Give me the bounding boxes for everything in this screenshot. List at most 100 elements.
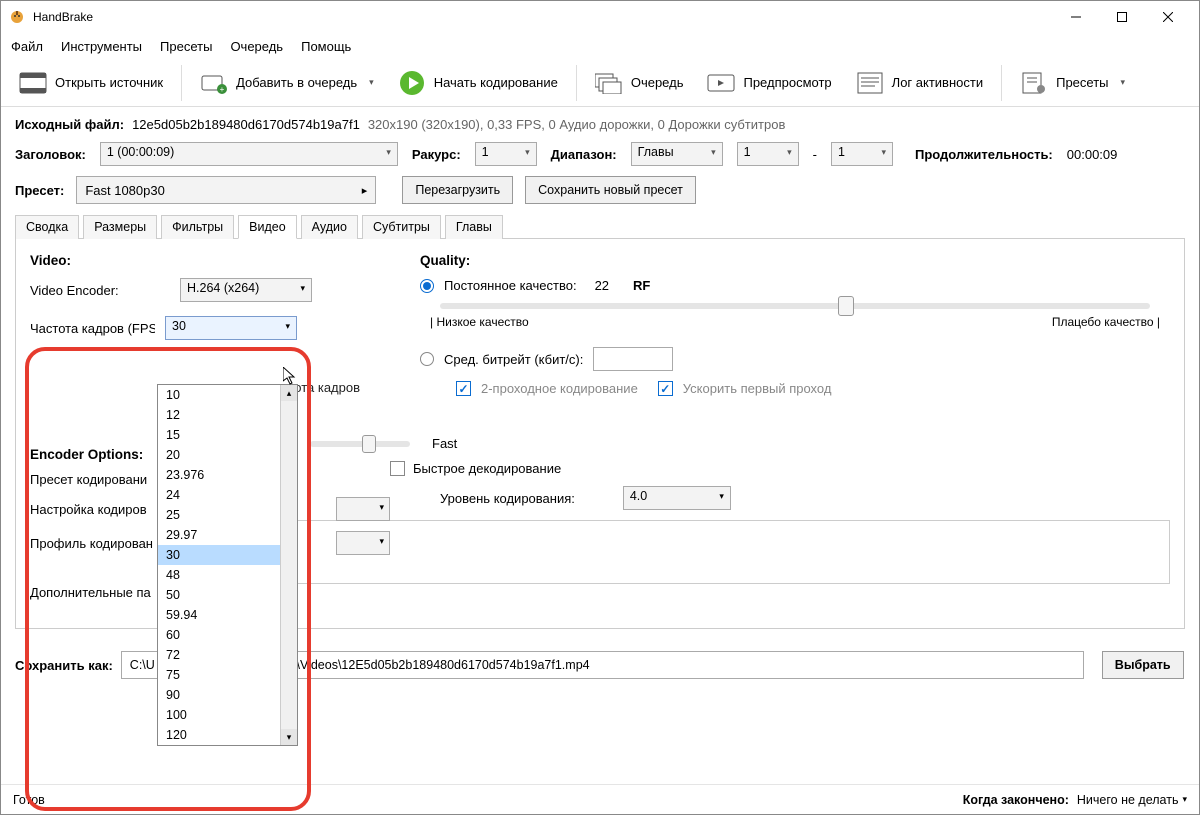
quality-slider[interactable] bbox=[440, 303, 1150, 309]
add-queue-icon: + bbox=[200, 71, 228, 95]
encoder-label: Video Encoder: bbox=[30, 283, 170, 298]
toolbar-add-queue[interactable]: + Добавить в очередь bbox=[192, 67, 382, 99]
when-done-label: Когда закончено: bbox=[963, 793, 1069, 807]
reload-preset-button[interactable]: Перезагрузить bbox=[402, 176, 513, 204]
menu-queue[interactable]: Очередь bbox=[230, 39, 283, 54]
separator bbox=[1001, 65, 1002, 101]
svg-text:+: + bbox=[220, 85, 225, 94]
app-icon bbox=[9, 9, 25, 25]
tab-video[interactable]: Видео bbox=[238, 215, 297, 239]
menu-help[interactable]: Помощь bbox=[301, 39, 351, 54]
browse-button[interactable]: Выбрать bbox=[1102, 651, 1184, 679]
menubar: Файл Инструменты Пресеты Очередь Помощь bbox=[1, 33, 1199, 59]
fps-option[interactable]: 72 bbox=[158, 645, 297, 665]
fps-select[interactable]: 30 bbox=[165, 316, 297, 340]
toolbar-presets[interactable]: Пресеты bbox=[1012, 67, 1133, 99]
toolbar-open-source[interactable]: Открыть источник bbox=[11, 67, 171, 99]
video-encoder-select[interactable]: H.264 (x264) bbox=[180, 278, 312, 302]
tab-subtitles[interactable]: Субтитры bbox=[362, 215, 441, 239]
enc-tune-select[interactable] bbox=[336, 497, 390, 521]
enc-profile-label: Профиль кодирован bbox=[30, 536, 155, 551]
chevron-down-icon[interactable]: ▾ bbox=[1182, 794, 1187, 805]
scroll-down-icon[interactable]: ▾ bbox=[281, 729, 297, 745]
fps-option[interactable]: 75 bbox=[158, 665, 297, 685]
enc-profile-select[interactable] bbox=[336, 531, 390, 555]
maximize-button[interactable] bbox=[1099, 2, 1145, 32]
constant-quality-radio[interactable] bbox=[420, 279, 434, 293]
level-select[interactable]: 4.0 bbox=[623, 486, 731, 510]
preset-select[interactable]: Fast 1080p30 ▸ bbox=[76, 176, 376, 204]
fps-option[interactable]: 10 bbox=[158, 385, 297, 405]
avg-bitrate-input[interactable] bbox=[593, 347, 673, 371]
fps-option[interactable]: 50 bbox=[158, 585, 297, 605]
minimize-button[interactable] bbox=[1053, 2, 1099, 32]
fps-option[interactable]: 48 bbox=[158, 565, 297, 585]
close-button[interactable] bbox=[1145, 2, 1191, 32]
toolbar-start-encode[interactable]: Начать кодирование bbox=[390, 67, 566, 99]
twopass-label: 2-проходное кодирование bbox=[481, 381, 638, 396]
toolbar-open-label: Открыть источник bbox=[55, 75, 163, 90]
angle-select[interactable]: 1 bbox=[475, 142, 537, 166]
tab-summary[interactable]: Сводка bbox=[15, 215, 79, 239]
fps-option[interactable]: 15 bbox=[158, 425, 297, 445]
toolbar-queue-label: Очередь bbox=[631, 75, 684, 90]
toolbar-queue[interactable]: Очередь bbox=[587, 67, 692, 99]
range-to-select[interactable]: 1 bbox=[831, 142, 893, 166]
fps-option[interactable]: 23.976 bbox=[158, 465, 297, 485]
turbo-label: Ускорить первый проход bbox=[683, 381, 832, 396]
source-name: 12e5d05b2b189480d6170d574b19a7f1 bbox=[132, 117, 360, 132]
scroll-up-icon[interactable]: ▴ bbox=[281, 385, 297, 401]
menu-tools[interactable]: Инструменты bbox=[61, 39, 142, 54]
fps-option[interactable]: 30 bbox=[158, 545, 297, 565]
preset-label: Пресет: bbox=[15, 183, 64, 198]
when-done-value[interactable]: Ничего не делать bbox=[1077, 793, 1179, 807]
fps-option[interactable]: 90 bbox=[158, 685, 297, 705]
toolbar-log[interactable]: Лог активности bbox=[848, 67, 991, 99]
tabs: Сводка Размеры Фильтры Видео Аудио Субти… bbox=[15, 214, 1185, 239]
range-from-select[interactable]: 1 bbox=[737, 142, 799, 166]
twopass-checkbox[interactable] bbox=[456, 381, 471, 396]
video-heading: Video: bbox=[30, 253, 390, 268]
range-type-select[interactable]: Главы bbox=[631, 142, 723, 166]
fps-option[interactable]: 60 bbox=[158, 625, 297, 645]
fps-option[interactable]: 29.97 bbox=[158, 525, 297, 545]
queue-icon bbox=[595, 71, 623, 95]
duration-label: Продолжительность: bbox=[915, 147, 1053, 162]
tab-dimensions[interactable]: Размеры bbox=[83, 215, 157, 239]
menu-file[interactable]: Файл bbox=[11, 39, 43, 54]
fps-option[interactable]: 20 bbox=[158, 445, 297, 465]
preview-icon bbox=[707, 71, 735, 95]
fast-decode-checkbox[interactable] bbox=[390, 461, 405, 476]
fps-option[interactable]: 120 bbox=[158, 725, 297, 745]
toolbar-preview[interactable]: Предпросмотр bbox=[699, 67, 839, 99]
log-icon bbox=[856, 71, 884, 95]
status-bar: Готов Когда закончено: Ничего не делать … bbox=[1, 784, 1199, 814]
duration-value: 00:00:09 bbox=[1067, 147, 1118, 162]
tab-audio[interactable]: Аудио bbox=[301, 215, 358, 239]
dropdown-scrollbar[interactable]: ▴ ▾ bbox=[280, 385, 297, 745]
fps-option[interactable]: 25 bbox=[158, 505, 297, 525]
fps-option[interactable]: 100 bbox=[158, 705, 297, 725]
fps-option[interactable]: 59.94 bbox=[158, 605, 297, 625]
avg-bitrate-label: Сред. битрейт (кбит/с): bbox=[444, 352, 583, 367]
save-preset-button[interactable]: Сохранить новый пресет bbox=[525, 176, 696, 204]
presets-icon bbox=[1020, 71, 1048, 95]
level-label: Уровень кодирования: bbox=[440, 491, 575, 506]
enc-extra-label: Дополнительные па bbox=[30, 585, 170, 600]
encoder-preset-slider[interactable] bbox=[310, 441, 410, 447]
avg-bitrate-radio[interactable] bbox=[420, 352, 434, 366]
title-label: Заголовок: bbox=[15, 147, 86, 162]
turbo-checkbox[interactable] bbox=[658, 381, 673, 396]
encoder-preset-value: Fast bbox=[432, 436, 457, 451]
fps-option[interactable]: 24 bbox=[158, 485, 297, 505]
tab-filters[interactable]: Фильтры bbox=[161, 215, 234, 239]
separator bbox=[576, 65, 577, 101]
tab-chapters[interactable]: Главы bbox=[445, 215, 503, 239]
titlebar: HandBrake bbox=[1, 1, 1199, 33]
rf-label: RF bbox=[633, 278, 650, 293]
fps-option[interactable]: 12 bbox=[158, 405, 297, 425]
angle-label: Ракурс: bbox=[412, 147, 461, 162]
range-dash: - bbox=[813, 147, 817, 162]
menu-presets[interactable]: Пресеты bbox=[160, 39, 212, 54]
title-select[interactable]: 1 (00:00:09) bbox=[100, 142, 398, 166]
